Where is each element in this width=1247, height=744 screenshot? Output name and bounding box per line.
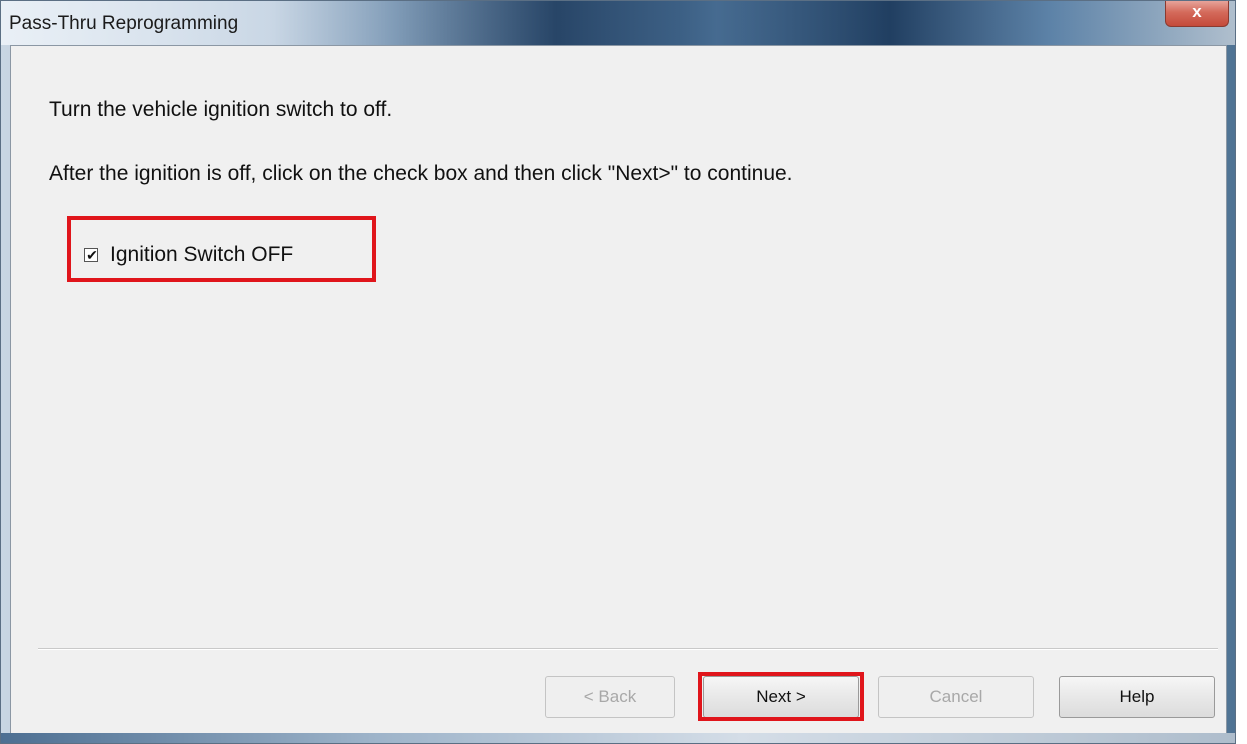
dialog-body: Turn the vehicle ignition switch to off.…: [10, 45, 1227, 735]
close-icon: x: [1192, 2, 1202, 21]
close-button[interactable]: x: [1165, 1, 1229, 27]
window-title: Pass-Thru Reprogramming: [9, 13, 239, 34]
window-bottom-border: [1, 733, 1235, 743]
checkbox-highlight-box: [67, 216, 376, 282]
cancel-button[interactable]: Cancel: [878, 676, 1034, 718]
dialog-window: Pass-Thru Reprogramming x Turn the vehic…: [0, 0, 1236, 744]
instruction-text-1: Turn the vehicle ignition switch to off.: [49, 98, 393, 121]
back-button[interactable]: < Back: [545, 676, 675, 718]
button-separator: [38, 648, 1218, 650]
title-bar[interactable]: Pass-Thru Reprogramming x: [1, 1, 1235, 45]
next-button-highlight-box: [698, 672, 864, 721]
help-button[interactable]: Help: [1059, 676, 1215, 718]
instruction-text-2: After the ignition is off, click on the …: [49, 162, 793, 185]
